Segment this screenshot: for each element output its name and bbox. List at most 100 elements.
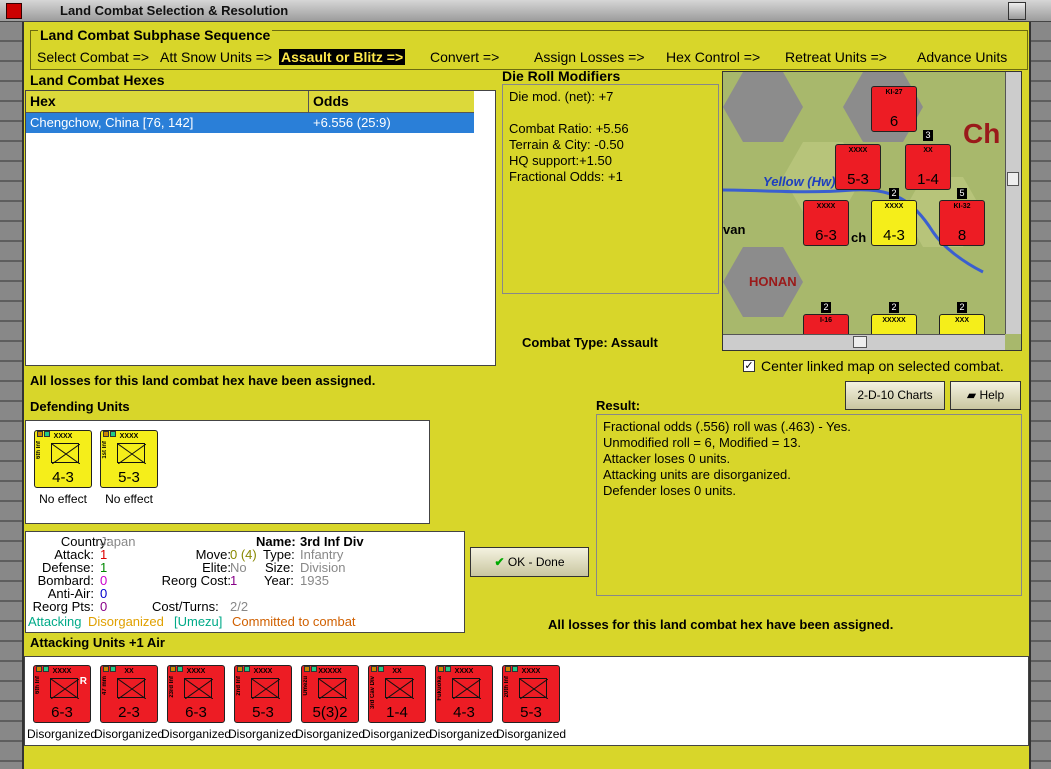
attacking-unit-counter[interactable]: XXXX Fukuoka 4-3	[435, 665, 493, 723]
attacking-unit-counter[interactable]: XXXX 20th Inf 5-3	[502, 665, 560, 723]
stack-count: 2	[821, 302, 831, 313]
unit-strength: 4-3	[52, 469, 74, 486]
losses-msg-top: All losses for this land combat hex have…	[30, 373, 376, 388]
unit-designation: 6th Inf	[35, 676, 41, 694]
defending-label: Defending Units	[30, 399, 130, 414]
unit-strength: 2-3	[118, 704, 140, 721]
step-select-combat[interactable]: Select Combat =>	[37, 49, 149, 65]
map-vscroll-thumb[interactable]	[1007, 172, 1019, 186]
left-border	[0, 22, 24, 769]
unit-designation: 1st Inf	[102, 441, 108, 459]
attacking-unit-counter[interactable]: XXXX 6th Inf 6-3 R	[33, 665, 91, 723]
help-button[interactable]: ▰ Help	[950, 381, 1021, 410]
infantry-icon	[385, 678, 415, 700]
defending-unit-counter[interactable]: XXXX 1st Inf 5-3	[100, 430, 158, 488]
attacking-unit-counter[interactable]: XXXX 2nd Inf 5-3	[234, 665, 292, 723]
unit-strength: 6-3	[185, 704, 207, 721]
step-assault-or-blitz[interactable]: Assault or Blitz =>	[279, 49, 406, 65]
defending-unit-counter[interactable]: XXXX 6th Inf 4-3	[34, 430, 92, 488]
status-dots	[37, 425, 53, 437]
unit-strength: 6-3	[51, 704, 73, 721]
map-counter[interactable]: XX 1-4	[905, 144, 951, 190]
result-line: Fractional odds (.556) roll was (.463) -…	[603, 419, 851, 434]
charts-button[interactable]: 2-D-10 Charts	[845, 381, 945, 410]
subphase-label: Land Combat Subphase Sequence	[38, 27, 273, 43]
status-hq: [Umezu]	[174, 614, 223, 629]
step-advance-units[interactable]: Advance Units	[917, 49, 1007, 65]
reserve-tag: R	[79, 676, 87, 687]
status-disorganized: Disorganized	[88, 614, 164, 629]
attacking-unit-status: Disorganized	[429, 727, 500, 741]
step-retreat-units[interactable]: Retreat Units =>	[785, 49, 887, 65]
status-dots	[170, 660, 186, 672]
defending-unit-status: No effect	[105, 492, 153, 506]
attacking-unit-counter[interactable]: XX 47 mm 2-3	[100, 665, 158, 723]
step-convert[interactable]: Convert =>	[430, 49, 499, 65]
map-counter[interactable]: XXXX 6-3	[803, 200, 849, 246]
unit-designation: 2nd Inf	[236, 676, 242, 696]
center-map-checkbox[interactable]: ✓	[743, 360, 755, 372]
status-dots	[304, 660, 320, 672]
col-hex-header[interactable]: Hex	[26, 91, 309, 113]
unit-size-code: XX	[392, 668, 402, 675]
unit-size-code: XXXXX	[318, 668, 342, 675]
table-row[interactable]: Chengchow, China [76, 142] +6.556 (25:9)	[26, 113, 474, 133]
linked-map[interactable]: Yellow (Hw) HONAN van ch Ch KI-27 6 XXXX 5…	[722, 71, 1022, 351]
step-att-snow-units[interactable]: Att Snow Units =>	[160, 49, 272, 65]
map-counter[interactable]: KI-27 6	[871, 86, 917, 132]
step-assign-losses[interactable]: Assign Losses =>	[534, 49, 645, 65]
unit-designation: Fukuoka	[437, 676, 443, 701]
map-hscroll-thumb[interactable]	[853, 336, 867, 348]
losses-msg-bottom: All losses for this land combat hex have…	[548, 617, 894, 632]
unit-strength: 5-3	[252, 704, 274, 721]
infantry-icon	[117, 678, 147, 700]
infantry-icon	[50, 678, 80, 700]
unit-designation: 47 mm	[102, 676, 108, 696]
die-roll-label: Die Roll Modifiers	[502, 68, 621, 84]
attacking-unit-counter[interactable]: XXXX 23rd Inf 6-3	[167, 665, 225, 723]
center-map-label: Center linked map on selected combat.	[761, 358, 1004, 374]
status-committed: Committed to combat	[232, 614, 356, 629]
check-icon: ✔	[494, 555, 508, 569]
unit-designation: 6th Inf	[36, 441, 42, 459]
odds-cell: +6.556 (25:9)	[313, 115, 391, 130]
unit-designation: 23rd Inf	[169, 676, 175, 698]
die-mod-line: Die mod. (net): +7	[509, 89, 614, 104]
stack-count: 2	[889, 188, 899, 199]
combat-type-value: Assault	[610, 335, 658, 350]
attacking-unit-counter[interactable]: XXXXX Umezu 5(3)2	[301, 665, 359, 723]
result-line: Attacking units are disorganized.	[603, 467, 791, 482]
map-counter[interactable]: KI-32 8	[939, 200, 985, 246]
close-icon[interactable]	[1008, 2, 1026, 20]
unit-info-panel: Country: Japan Attack: 1 Defense: 1 Bomb…	[25, 531, 465, 633]
step-hex-control[interactable]: Hex Control =>	[666, 49, 760, 65]
place-fragment2: ch	[851, 230, 867, 245]
status-dots	[103, 660, 119, 672]
cost-turns-key: Cost/Turns:	[152, 599, 219, 614]
stack-count: 2	[889, 302, 899, 313]
map-vscrollbar[interactable]	[1005, 72, 1021, 334]
status-dots	[237, 660, 253, 672]
combat-type-label: Combat Type: Assault	[522, 335, 658, 350]
attacking-unit-counter[interactable]: XX 3rd Cav Div 1-4	[368, 665, 426, 723]
unit-size-code: XXXX	[186, 668, 206, 675]
unit-size-code: XXXX	[521, 668, 541, 675]
map-counter[interactable]: XXXX 4-3	[871, 200, 917, 246]
river-label: Yellow (Hw)	[763, 174, 836, 189]
result-line: Unmodified roll = 6, Modified = 13.	[603, 435, 801, 450]
stack-count: 3	[923, 130, 933, 141]
col-odds-header[interactable]: Odds	[309, 91, 474, 113]
unit-size-code: XXXX	[52, 668, 72, 675]
result-box: Fractional odds (.556) roll was (.463) -…	[596, 414, 1022, 596]
unit-strength: 4-3	[453, 704, 475, 721]
attacking-unit-status: Disorganized	[161, 727, 232, 741]
window-title: Land Combat Selection & Resolution	[60, 3, 289, 18]
attacking-unit-status: Disorganized	[295, 727, 366, 741]
unit-size-code: XXXX	[53, 433, 73, 440]
attacking-unit-status: Disorganized	[94, 727, 165, 741]
title-bar[interactable]: Land Combat Selection & Resolution	[0, 0, 1051, 22]
status-dots	[36, 660, 52, 672]
ok-done-button[interactable]: ✔ OK - Done	[470, 547, 589, 577]
attacking-unit-status: Disorganized	[27, 727, 98, 741]
map-counter[interactable]: XXXX 5-3	[835, 144, 881, 190]
